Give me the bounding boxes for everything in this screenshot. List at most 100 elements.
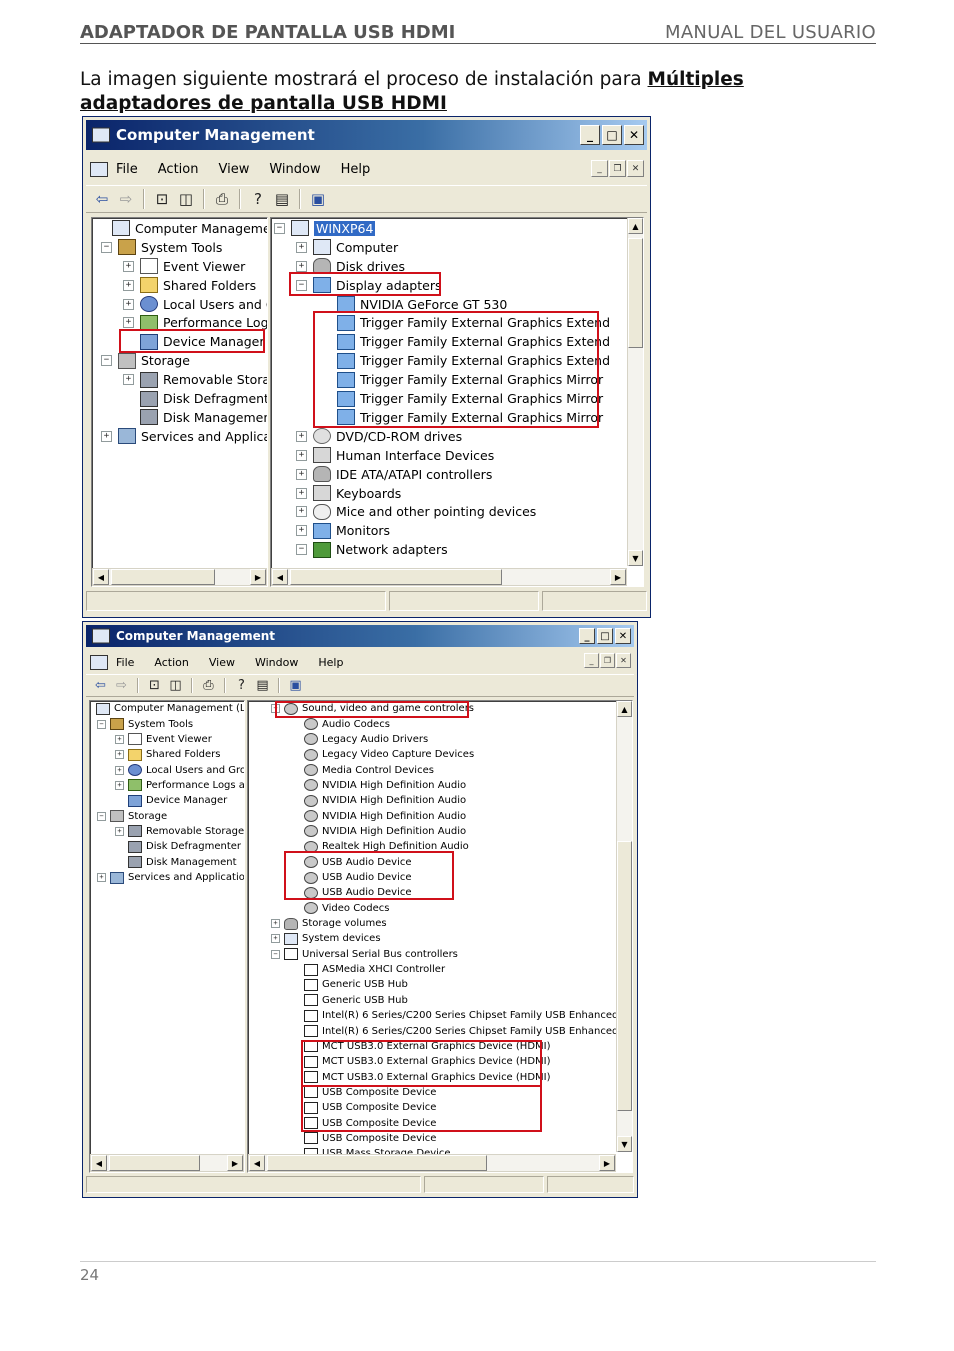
- menu-item-window[interactable]: Window: [255, 656, 298, 669]
- show-hide-tree-icon[interactable]: ◫: [165, 678, 186, 693]
- tree-node[interactable]: Computer: [313, 238, 398, 257]
- mdi-restore-button[interactable]: ❐: [609, 160, 626, 177]
- tree-node[interactable]: Trigger Family External Graphics Extend: [337, 332, 610, 351]
- show-hide-tree-icon[interactable]: ◫: [174, 190, 198, 208]
- tree-node[interactable]: Mice and other pointing devices: [313, 503, 536, 522]
- menu-item-help[interactable]: Help: [318, 656, 343, 669]
- tree-node[interactable]: Local Users and G: [140, 295, 267, 314]
- tree-node[interactable]: Display adapters: [313, 276, 441, 295]
- window-2-titlebar[interactable]: Computer Management _ □ ✕: [86, 625, 634, 647]
- expand-toggle-icon[interactable]: +: [123, 279, 134, 291]
- tree-node[interactable]: ASMedia XHCI Controller: [304, 962, 445, 977]
- expand-toggle-icon[interactable]: +: [296, 449, 307, 461]
- tree-node[interactable]: Disk drives: [313, 257, 405, 276]
- menu-item-view[interactable]: View: [209, 656, 235, 669]
- expand-toggle-icon[interactable]: +: [97, 873, 106, 883]
- tree-node[interactable]: Local Users and Gro: [128, 762, 244, 777]
- expand-toggle-icon[interactable]: +: [271, 934, 280, 944]
- horizontal-scrollbar[interactable]: ◀ ▶: [92, 568, 267, 586]
- scroll-up-arrow-icon[interactable]: ▲: [628, 218, 643, 234]
- scroll-right-arrow-icon[interactable]: ▶: [610, 569, 626, 585]
- tree-node[interactable]: USB Composite Device: [304, 1131, 436, 1146]
- expand-toggle-icon[interactable]: +: [123, 317, 134, 329]
- tree-node[interactable]: Human Interface Devices: [313, 446, 494, 465]
- print-icon[interactable]: ⎙: [210, 190, 234, 208]
- collapse-toggle-icon[interactable]: −: [97, 811, 106, 821]
- scroll-down-arrow-icon[interactable]: ▼: [628, 550, 643, 566]
- window-1-titlebar[interactable]: Computer Management _ □ ✕: [86, 120, 647, 150]
- maximize-button[interactable]: □: [597, 628, 613, 644]
- mdi-minimize-button[interactable]: _: [584, 653, 599, 668]
- tree-node[interactable]: Intel(R) 6 Series/C200 Series Chipset Fa…: [304, 1008, 632, 1023]
- tree-node[interactable]: USB Audio Device: [304, 855, 412, 870]
- scan-hardware-icon[interactable]: ▣: [285, 678, 306, 693]
- tree-node[interactable]: Trigger Family External Graphics Extend: [337, 351, 610, 370]
- tree-node[interactable]: Universal Serial Bus controllers: [284, 947, 458, 962]
- up-folder-icon[interactable]: ⊡: [144, 678, 165, 693]
- scan-hardware-icon[interactable]: ▣: [306, 190, 330, 208]
- tree-node[interactable]: USB Composite Device: [304, 1085, 436, 1100]
- scroll-right-arrow-icon[interactable]: ▶: [227, 1155, 243, 1171]
- scroll-left-arrow-icon[interactable]: ◀: [272, 569, 288, 585]
- menu-item-view[interactable]: View: [218, 162, 249, 177]
- horizontal-scrollbar[interactable]: ◀ ▶: [271, 568, 627, 586]
- horizontal-scrollbar[interactable]: ◀ ▶: [90, 1154, 244, 1172]
- up-folder-icon[interactable]: ⊡: [150, 190, 174, 208]
- tree-node[interactable]: Generic USB Hub: [304, 993, 408, 1008]
- expand-toggle-icon[interactable]: +: [296, 430, 307, 442]
- tree-node[interactable]: Disk Defragmenter: [128, 839, 241, 854]
- collapse-toggle-icon[interactable]: −: [101, 241, 112, 253]
- tree-node[interactable]: Legacy Video Capture Devices: [304, 747, 474, 762]
- collapse-toggle-icon[interactable]: −: [271, 704, 280, 714]
- expand-toggle-icon[interactable]: +: [115, 765, 124, 775]
- tree-node[interactable]: Event Viewer: [128, 732, 212, 747]
- scroll-right-arrow-icon[interactable]: ▶: [250, 569, 266, 585]
- tree-node[interactable]: Trigger Family External Graphics Mirror: [337, 408, 603, 427]
- tree-node[interactable]: Removable Stora: [140, 370, 267, 389]
- scroll-left-arrow-icon[interactable]: ◀: [249, 1155, 265, 1171]
- expand-toggle-icon[interactable]: +: [115, 750, 124, 760]
- menu-item-file[interactable]: File: [116, 656, 134, 669]
- tree-node[interactable]: Disk Defragmente: [140, 389, 267, 408]
- tree-node[interactable]: USB Composite Device: [304, 1115, 436, 1130]
- tree-node[interactable]: Disk Management: [128, 855, 237, 870]
- tree-node[interactable]: WINXP64: [291, 219, 376, 238]
- expand-toggle-icon[interactable]: +: [296, 260, 307, 272]
- scroll-up-arrow-icon[interactable]: ▲: [617, 701, 632, 717]
- tree-node[interactable]: Shared Folders: [128, 747, 221, 762]
- tree-node[interactable]: DVD/CD-ROM drives: [313, 427, 462, 446]
- minimize-button[interactable]: _: [580, 125, 600, 145]
- expand-toggle-icon[interactable]: +: [123, 298, 134, 310]
- back-arrow-icon[interactable]: ⇦: [90, 678, 111, 693]
- menu-item-window[interactable]: Window: [269, 162, 320, 177]
- tree-node[interactable]: Shared Folders: [140, 276, 256, 295]
- tree-node[interactable]: Trigger Family External Graphics Mirror: [337, 370, 603, 389]
- scroll-left-arrow-icon[interactable]: ◀: [91, 1155, 107, 1171]
- close-button[interactable]: ✕: [624, 125, 644, 145]
- expand-toggle-icon[interactable]: +: [296, 468, 307, 480]
- scroll-thumb[interactable]: [290, 569, 503, 585]
- tree-node[interactable]: Audio Codecs: [304, 716, 390, 731]
- tree-node[interactable]: Trigger Family External Graphics Extend: [337, 314, 610, 333]
- mdi-close-button[interactable]: ✕: [627, 160, 644, 177]
- tree-node[interactable]: MCT USB3.0 External Graphics Device (HDM…: [304, 1054, 551, 1069]
- menu-item-action[interactable]: Action: [158, 162, 199, 177]
- mdi-restore-button[interactable]: ❐: [600, 653, 615, 668]
- collapse-toggle-icon[interactable]: −: [296, 544, 307, 556]
- tree-node[interactable]: Computer Management (L: [112, 219, 267, 238]
- tree-node[interactable]: Keyboards: [313, 484, 401, 503]
- tree-node[interactable]: Storage volumes: [284, 916, 387, 931]
- scroll-down-arrow-icon[interactable]: ▼: [617, 1136, 632, 1152]
- tree-node[interactable]: Media Control Devices: [304, 762, 434, 777]
- expand-toggle-icon[interactable]: +: [115, 826, 124, 836]
- tree-node[interactable]: Device Manager: [128, 793, 227, 808]
- expand-toggle-icon[interactable]: +: [296, 525, 307, 537]
- tree-node[interactable]: IDE ATA/ATAPI controllers: [313, 465, 492, 484]
- forward-arrow-icon[interactable]: ⇨: [114, 190, 138, 208]
- minimize-button[interactable]: _: [579, 628, 595, 644]
- tree-node[interactable]: Removable Storage: [128, 824, 244, 839]
- properties-icon[interactable]: ▤: [252, 678, 273, 693]
- maximize-button[interactable]: □: [602, 125, 622, 145]
- scroll-thumb[interactable]: [617, 841, 632, 1111]
- expand-toggle-icon[interactable]: +: [115, 780, 124, 790]
